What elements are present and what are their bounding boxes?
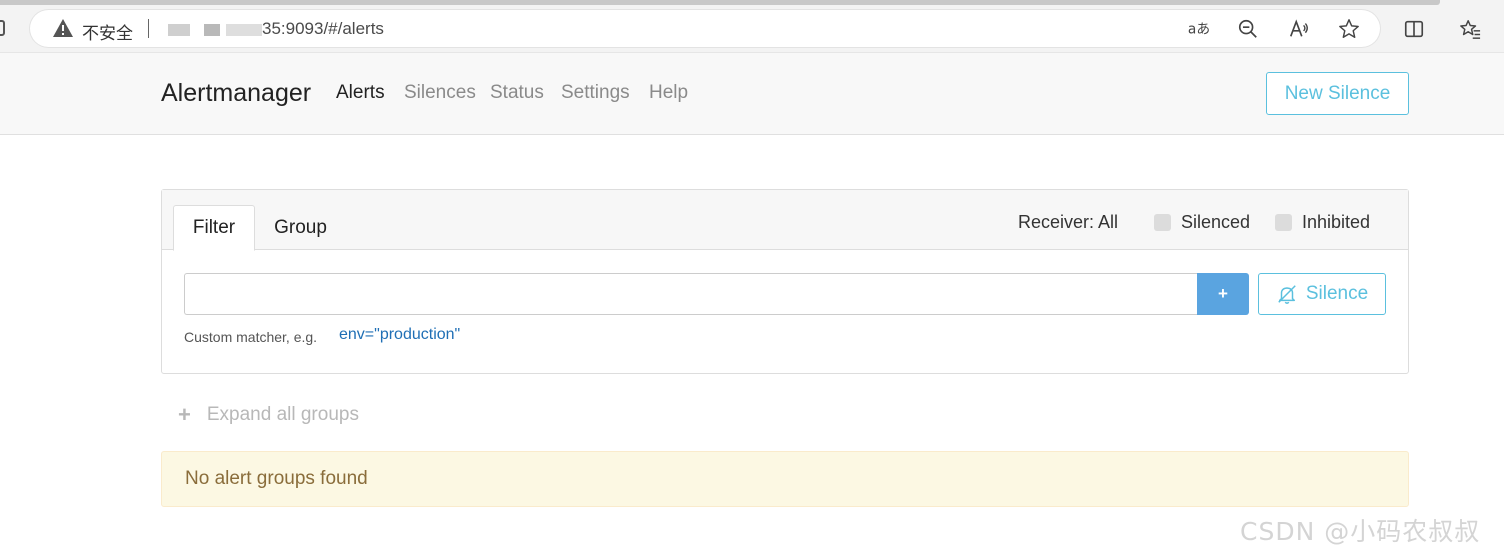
add-matcher-button[interactable]: + [1197,273,1249,315]
filter-card-header: Filter Group Receiver: All Silenced Inhi… [162,190,1408,251]
zoom-out-icon[interactable] [1236,17,1260,41]
browser-toolbar: 不安全 35:9093/#/alerts aあ [0,0,1504,53]
nav-status[interactable]: Status [490,82,544,104]
filter-card: Filter Group Receiver: All Silenced Inhi… [161,189,1409,374]
redacted-address [204,24,220,36]
plus-icon: + [178,402,191,427]
matcher-help-text: Custom matcher, e.g. [184,329,318,345]
address-separator [148,19,149,38]
silenced-label: Silenced [1181,212,1251,232]
browser-home-icon[interactable] [0,20,5,36]
nav-alerts[interactable]: Alerts [336,82,385,104]
nav-settings[interactable]: Settings [561,82,630,104]
immersive-reader-icon[interactable] [1287,17,1311,41]
no-alerts-text: No alert groups found [185,468,368,489]
favorites-icon[interactable] [1458,17,1482,41]
inhibited-label: Inhibited [1302,212,1371,232]
redacted-address [168,24,190,36]
svg-text:aあ: aあ [1188,22,1209,38]
warning-icon [53,19,73,37]
no-alerts-message: No alert groups found [161,451,1409,507]
watermark: CSDN @小码农叔叔 [1240,517,1481,546]
receiver-selector[interactable]: Receiver: All [1018,212,1118,233]
redacted-address [226,24,262,36]
silenced-checkbox-box[interactable] [1154,214,1171,231]
inhibited-checkbox-box[interactable] [1275,214,1292,231]
url-text[interactable]: 35:9093/#/alerts [262,19,384,39]
nav-help[interactable]: Help [649,82,688,104]
favorite-star-icon[interactable] [1337,17,1361,41]
app-navbar: Alertmanager Alerts Silences Status Sett… [0,53,1504,135]
silence-button-label: Silence [1305,283,1369,304]
silenced-checkbox[interactable]: Silenced [1154,212,1250,233]
filter-input[interactable] [184,273,1198,315]
tab-group[interactable]: Group [262,205,339,251]
brand-title[interactable]: Alertmanager [161,79,311,108]
matcher-example-link[interactable]: env="production" [339,326,460,344]
expand-all-label: Expand all groups [206,404,359,425]
browser-tab-strip [0,0,1440,5]
nav-silences[interactable]: Silences [404,82,476,104]
read-aloud-icon[interactable]: aあ [1186,17,1210,41]
bell-slash-icon [1278,285,1296,304]
split-screen-icon[interactable] [1402,17,1426,41]
new-silence-button[interactable]: New Silence [1266,72,1409,115]
inhibited-checkbox[interactable]: Inhibited [1275,212,1370,233]
address-bar[interactable]: 不安全 35:9093/#/alerts [30,10,1380,47]
silence-button[interactable]: Silence [1258,273,1386,315]
insecure-label[interactable]: 不安全 [82,19,133,44]
expand-all-groups-button[interactable]: + Expand all groups [178,402,359,428]
tab-filter[interactable]: Filter [173,205,255,251]
